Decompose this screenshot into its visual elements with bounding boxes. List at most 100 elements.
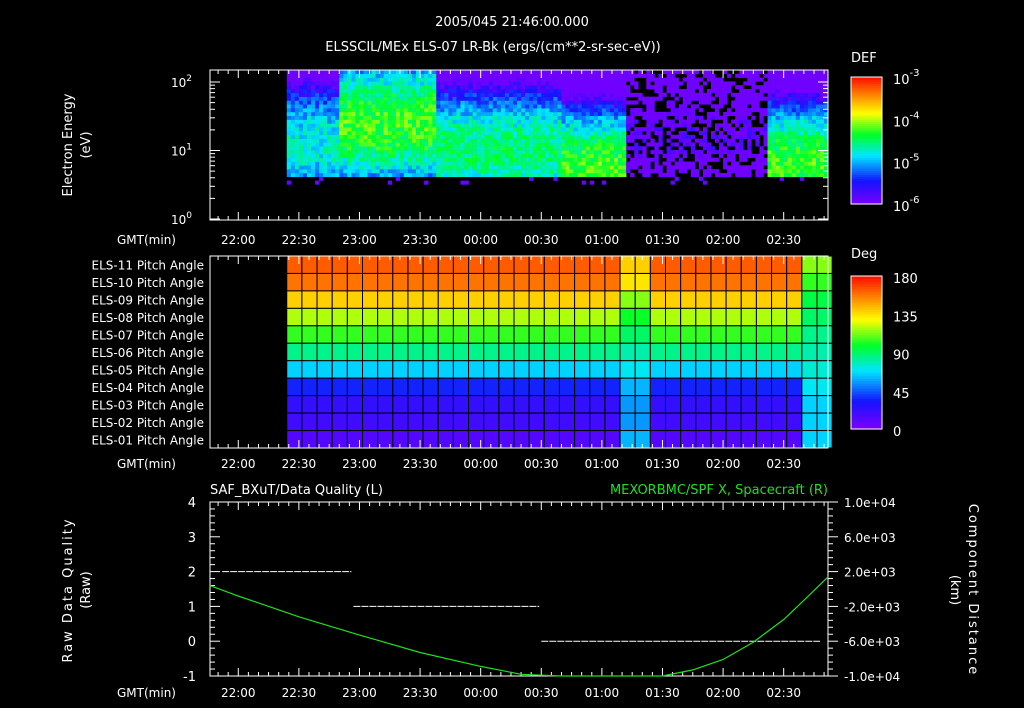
- x-tick-label: 23:00: [342, 457, 377, 471]
- spectrogram-cell: [468, 119, 473, 124]
- spectrogram-cell: [589, 130, 595, 136]
- spectrogram-cell: [508, 169, 514, 174]
- spectrogram-cell: [290, 115, 296, 120]
- spectrogram-cell: [331, 130, 336, 136]
- spectrogram-cell: [650, 150, 655, 155]
- spectrogram-cell: [702, 127, 708, 132]
- spectrogram-cell: [327, 142, 332, 147]
- spectrogram-cell: [403, 119, 409, 124]
- spectrogram-cell: [666, 130, 671, 136]
- spectrogram-cell: [355, 157, 360, 162]
- pitch-angle-cell: [513, 342, 530, 362]
- spectrogram-cell: [456, 157, 461, 162]
- spectrogram-cell: [395, 165, 401, 170]
- spectrogram-cell: [476, 104, 481, 109]
- spectrogram-cell: [605, 85, 611, 90]
- spectrogram-cell: [634, 146, 639, 151]
- spectrogram-cell: [759, 161, 764, 166]
- spectrogram-cell: [553, 176, 558, 181]
- spectrogram-cell: [323, 161, 328, 166]
- spectrogram-cell: [569, 119, 574, 124]
- spectrogram-cell: [561, 92, 566, 97]
- spectrogram-cell: [302, 100, 308, 105]
- spectrogram-cell: [371, 157, 376, 162]
- spectrogram-cell: [751, 81, 756, 86]
- spectrogram-cell: [420, 108, 425, 113]
- spectrogram-cell: [533, 146, 538, 151]
- spectrogram-cell: [601, 157, 607, 162]
- spectrogram-cell: [290, 69, 296, 75]
- spectrogram-cell: [557, 169, 562, 174]
- spectrogram-cell: [739, 104, 744, 109]
- pitch-angle-cell: [301, 307, 318, 327]
- spectrogram-cell: [363, 172, 368, 178]
- spectrogram-cell: [403, 130, 409, 136]
- spectrogram-cell: [496, 130, 502, 136]
- spectrogram-cell: [816, 104, 821, 109]
- spectrogram-cell: [351, 77, 356, 82]
- spectrogram-cell: [529, 169, 534, 174]
- spectrogram-cell: [698, 138, 704, 143]
- spectrogram-cell: [702, 153, 708, 158]
- pitch-angle-cell: [301, 360, 318, 379]
- spectrogram-cell: [294, 172, 300, 178]
- spectrogram-cell: [751, 100, 756, 105]
- spectrogram-cell: [557, 161, 562, 166]
- spectrogram-cell: [355, 161, 360, 166]
- spectrogram-cell: [618, 169, 623, 174]
- spectrogram-cell: [553, 150, 558, 155]
- spectrogram-cell: [517, 142, 522, 147]
- spectrogram-cell: [650, 77, 655, 82]
- spectrogram-cell: [634, 81, 639, 86]
- spectrogram-cell: [504, 142, 510, 147]
- spectrogram-cell: [807, 108, 813, 113]
- spectrogram-cell: [775, 153, 780, 158]
- spectrogram-cell: [375, 138, 380, 143]
- spectrogram-cell: [412, 73, 417, 78]
- pitch-angle-cell: [468, 412, 485, 432]
- spectrogram-cell: [436, 111, 441, 117]
- spectrogram-cell: [375, 104, 380, 109]
- spectrogram-cell: [379, 134, 385, 139]
- spectrogram-cell: [731, 138, 736, 143]
- spectrogram-cell: [460, 138, 465, 143]
- spectrogram-cell: [504, 77, 510, 82]
- spectrogram-cell: [670, 150, 675, 155]
- spectrogram-cell: [642, 153, 647, 158]
- spectrogram-cell: [820, 108, 825, 113]
- spectrogram-cell: [407, 73, 413, 78]
- spectrogram-cell: [593, 169, 599, 174]
- spectrogram-cell: [605, 92, 611, 97]
- spectrogram-cell: [452, 150, 457, 155]
- spectrogram-cell: [472, 89, 477, 94]
- spectrogram-cell: [379, 111, 385, 117]
- spectrogram-cell: [727, 165, 732, 170]
- spectrogram-cell: [739, 89, 744, 94]
- spectrogram-cell: [383, 100, 389, 105]
- spectrogram-cell: [593, 172, 599, 178]
- spectrogram-cell: [351, 142, 356, 147]
- spectrogram-cell: [391, 69, 397, 75]
- spectrogram-cell: [371, 146, 376, 151]
- spectrogram-cell: [605, 161, 611, 166]
- pitch-angle-cell: [740, 360, 757, 379]
- spectrogram-cell: [622, 150, 627, 155]
- spectrogram-cell: [807, 73, 813, 78]
- spectrogram-cell: [513, 157, 518, 162]
- spectrogram-cell: [553, 108, 558, 113]
- spectrogram-cell: [294, 81, 300, 86]
- spectrogram-cell: [747, 69, 752, 75]
- spectrogram-cell: [622, 85, 627, 90]
- spectrogram-cell: [565, 104, 570, 109]
- spectrogram-cell: [609, 142, 615, 147]
- spectrogram-cell: [803, 104, 809, 109]
- spectrogram-cell: [448, 130, 453, 136]
- spectrogram-cell: [553, 134, 558, 139]
- spectrogram-cell: [743, 150, 748, 155]
- spectrogram-cell: [698, 77, 704, 82]
- spectrogram-cell: [622, 81, 627, 86]
- spectrogram-cell: [678, 169, 683, 174]
- spectrogram-cell: [335, 123, 340, 128]
- spectrogram-cell: [315, 77, 320, 82]
- pitch-angle-cell: [710, 377, 727, 397]
